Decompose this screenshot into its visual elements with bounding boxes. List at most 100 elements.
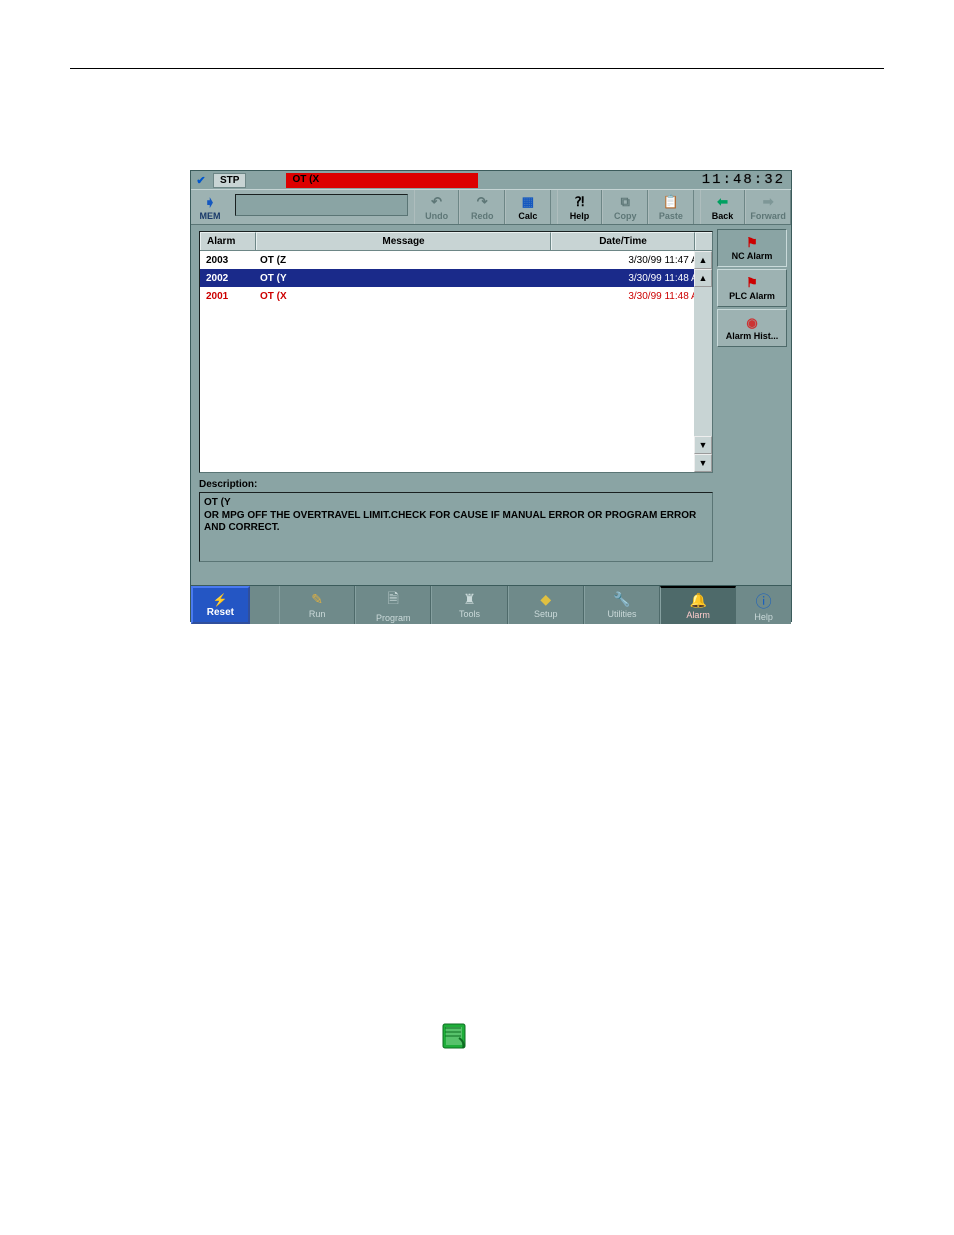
description-section: Description: OT (Y OR MPG OFF THE OVERTR… <box>199 479 713 562</box>
calc-label: Calc <box>518 211 537 221</box>
cell-msg: OT (X <box>254 291 570 302</box>
alarm-grid: Alarm Message Date/Time 2003 OT (Z 3/30/… <box>199 231 713 473</box>
side-nc-alarm[interactable]: ⚑ NC Alarm <box>717 229 787 267</box>
top-toolbar: ➧ MEM ↶ Undo ↷ Redo ▦ Calc ⁈ Help ⧉ <box>191 189 791 225</box>
undo-button[interactable]: ↶ Undo <box>414 190 460 224</box>
tools-label: Tools <box>459 609 480 619</box>
cell-alarm: 2002 <box>200 273 254 284</box>
plc-alarm-icon: ⚑ <box>746 275 758 291</box>
alarm-hist-icon: ◉ <box>746 315 757 331</box>
side-label: NC Alarm <box>732 251 773 261</box>
alarm-panel: Alarm Message Date/Time 2003 OT (Z 3/30/… <box>199 231 713 579</box>
help-label: Help <box>570 211 590 221</box>
forward-label: Forward <box>750 211 786 221</box>
table-row[interactable]: 2003 OT (Z 3/30/99 11:47 AM <box>200 251 712 269</box>
run-icon: ✎ <box>311 591 323 608</box>
reset-button[interactable]: ⚡ Reset <box>191 586 250 624</box>
paste-icon: 📋 <box>663 194 679 210</box>
copy-label: Copy <box>614 211 637 221</box>
cell-msg: OT (Y <box>254 273 570 284</box>
utilities-label: Utilities <box>607 609 636 619</box>
run-button[interactable]: ✎ Run <box>279 586 355 624</box>
status-mode-badge: STP <box>213 173 246 188</box>
scroll-top-icon[interactable]: ▲ <box>694 251 712 269</box>
reset-label: Reset <box>207 607 234 618</box>
calc-icon: ▦ <box>522 194 534 210</box>
back-button[interactable]: ⬅ Back <box>700 190 746 224</box>
run-label: Run <box>309 609 326 619</box>
paste-button[interactable]: 📋 Paste <box>648 190 694 224</box>
scroll-up-icon[interactable]: ▲ <box>694 269 712 287</box>
forward-button[interactable]: ➡ Forward <box>745 190 791 224</box>
help-button[interactable]: ⁈ Help <box>557 190 603 224</box>
scroll-down-icon[interactable]: ▼ <box>694 436 712 454</box>
table-row[interactable]: 2001 OT (X 3/30/99 11:48 AM <box>200 287 712 305</box>
description-body: OR MPG OFF THE OVERTRAVEL LIMIT.CHECK FO… <box>204 510 708 535</box>
clock: 11:48:32 <box>702 172 785 188</box>
program-button[interactable]: 🗎 Program <box>355 586 431 624</box>
back-label: Back <box>712 211 734 221</box>
grid-body: 2003 OT (Z 3/30/99 11:47 AM 2002 OT (Y 3… <box>200 251 712 472</box>
cell-msg: OT (Z <box>254 255 570 266</box>
mem-label: MEM <box>199 211 220 221</box>
redo-icon: ↷ <box>477 194 488 210</box>
program-icon: 🗎 <box>388 588 399 612</box>
side-alarm-history[interactable]: ◉ Alarm Hist... <box>717 309 787 347</box>
side-plc-alarm[interactable]: ⚑ PLC Alarm <box>717 269 787 307</box>
cell-alarm: 2003 <box>200 255 254 266</box>
forward-arrow-icon: ➡ <box>763 194 774 210</box>
calc-button[interactable]: ▦ Calc <box>505 190 551 224</box>
status-bar: ✔ STP OT (X 11:48:32 <box>191 171 791 189</box>
grid-header: Alarm Message Date/Time <box>200 232 712 251</box>
reset-icon: ⚡ <box>213 593 228 607</box>
utilities-button[interactable]: 🔧 Utilities <box>584 586 660 624</box>
redo-button[interactable]: ↷ Redo <box>459 190 505 224</box>
alarm-banner: OT (X <box>286 173 478 188</box>
nc-alarm-icon: ⚑ <box>746 235 758 251</box>
bottom-toolbar: ⚡ Reset ✎ Run 🗎 Program ♜ Tools ◆ Setup … <box>191 585 791 624</box>
tools-button[interactable]: ♜ Tools <box>431 586 507 624</box>
side-nav: ⚑ NC Alarm ⚑ PLC Alarm ◉ Alarm Hist... <box>717 225 791 585</box>
cell-dt: 3/30/99 11:48 AM <box>570 291 712 302</box>
manual-book-icon <box>439 1020 471 1052</box>
col-header-message[interactable]: Message <box>256 232 551 250</box>
alarm-label: Alarm <box>686 610 710 620</box>
alarm-tab[interactable]: 🔔 Alarm <box>660 586 736 624</box>
description-title: OT (Y <box>204 497 708 510</box>
alarm-bell-icon: 🔔 <box>689 592 706 609</box>
cell-alarm: 2001 <box>200 291 254 302</box>
copy-button[interactable]: ⧉ Copy <box>602 190 648 224</box>
col-header-alarm[interactable]: Alarm <box>200 232 256 250</box>
undo-icon: ↶ <box>431 194 442 210</box>
utilities-icon: 🔧 <box>613 591 630 608</box>
help-pointer-icon: ⁈ <box>575 194 585 210</box>
program-label: Program <box>376 613 411 623</box>
table-row-selected[interactable]: 2002 OT (Y 3/30/99 11:48 AM <box>200 269 712 287</box>
page-divider <box>70 68 884 69</box>
mem-icon: ➧ <box>204 194 216 211</box>
undo-label: Undo <box>425 211 448 221</box>
toolbar-input[interactable] <box>235 194 408 216</box>
info-icon: ⓘ <box>756 588 772 612</box>
copy-icon: ⧉ <box>621 194 630 210</box>
bottom-help-label: Help <box>754 612 773 622</box>
grid-scrollbar: ▲ ▲ ▼ ▼ <box>694 251 712 472</box>
setup-label: Setup <box>534 609 558 619</box>
side-label: PLC Alarm <box>729 291 775 301</box>
tools-icon: ♜ <box>463 591 476 608</box>
setup-button[interactable]: ◆ Setup <box>508 586 584 624</box>
mem-button[interactable]: ➧ MEM <box>191 190 229 224</box>
cnc-control-window: ✔ STP OT (X 11:48:32 ➧ MEM ↶ Undo ↷ Redo… <box>190 170 792 622</box>
main-area: Alarm Message Date/Time 2003 OT (Z 3/30/… <box>191 225 791 585</box>
paste-label: Paste <box>659 211 683 221</box>
side-label: Alarm Hist... <box>726 331 779 341</box>
cell-dt: 3/30/99 11:47 AM <box>570 255 712 266</box>
description-text: OT (Y OR MPG OFF THE OVERTRAVEL LIMIT.CH… <box>199 492 713 562</box>
cell-dt: 3/30/99 11:48 AM <box>570 273 712 284</box>
bottom-help-button[interactable]: ⓘ Help <box>736 586 791 624</box>
col-header-scroll <box>695 232 712 250</box>
col-header-datetime[interactable]: Date/Time <box>551 232 695 250</box>
back-arrow-icon: ⬅ <box>717 194 728 210</box>
scroll-bottom-icon[interactable]: ▼ <box>694 454 712 472</box>
redo-label: Redo <box>471 211 494 221</box>
